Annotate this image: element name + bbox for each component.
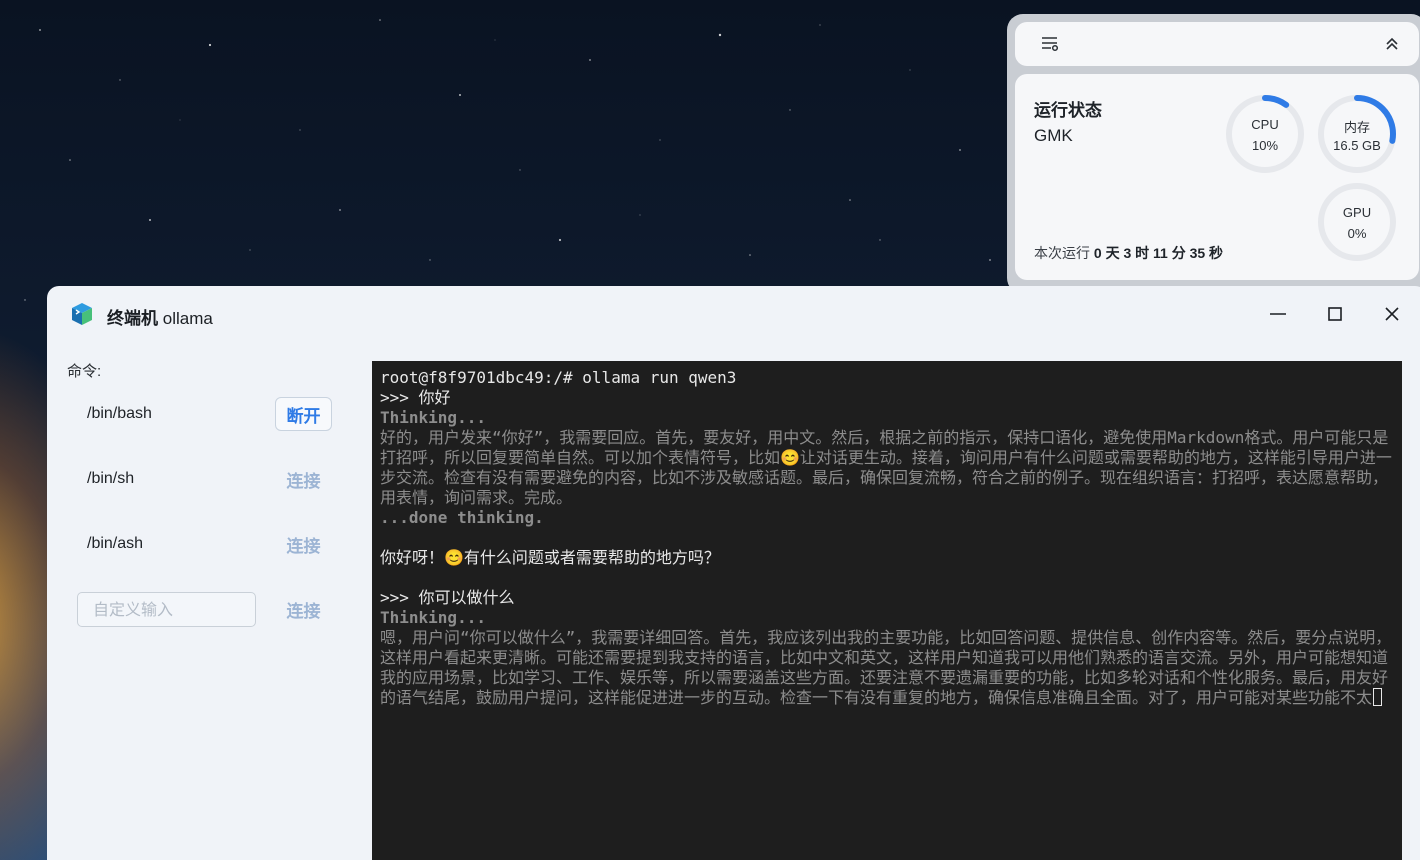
terminal-cursor	[1373, 688, 1383, 706]
terminal-line: root@f8f9701dbc49:/# ollama run qwen3	[380, 368, 1394, 388]
status-widget: 运行状态 GMK CPU 10% 内存 16.5 GB GPU 0% 本次运行 …	[1007, 14, 1420, 294]
terminal-window: 终端机 ollama 命令: /bin/bash 断开 /bin/sh 连接 /…	[47, 286, 1420, 860]
terminal-line-text: 你好呀！😊有什么问题或者需要帮助的地方吗？	[380, 548, 720, 567]
host-name: GMK	[1034, 126, 1073, 145]
memory-gauge: 内存 16.5 GB	[1317, 94, 1397, 174]
maximize-icon	[1328, 307, 1342, 321]
terminal-line: >>> 你可以做什么	[380, 588, 1394, 608]
terminal-line-text: >>> 你好	[380, 388, 451, 407]
terminal-line-text: 嗯，用户问“你可以做什么”，我需要详细回答。首先，我应该列出我的主要功能，比如回…	[380, 628, 1392, 707]
command-sidebar: 命令: /bin/bash 断开 /bin/sh 连接 /bin/ash 连接 …	[47, 342, 372, 860]
close-button[interactable]	[1378, 302, 1406, 326]
minimize-button[interactable]	[1264, 302, 1292, 326]
custom-connect-button[interactable]: 连接	[275, 592, 332, 626]
command-item-bash: /bin/bash 断开	[47, 395, 372, 435]
command-item-sh: /bin/sh 连接	[47, 460, 372, 500]
status-card: 运行状态 GMK CPU 10% 内存 16.5 GB GPU 0% 本次运行 …	[1015, 74, 1419, 280]
terminal-line-text: Thinking...	[380, 408, 486, 427]
uptime: 本次运行 0 天 3 时 11 分 35 秒	[1034, 243, 1223, 263]
terminal-line: >>> 你好	[380, 388, 1394, 408]
terminal-line-text: ...done thinking.	[380, 508, 544, 527]
terminal-line: 嗯，用户问“你可以做什么”，我需要详细回答。首先，我应该列出我的主要功能，比如回…	[380, 628, 1394, 708]
command-item-ash: /bin/ash 连接	[47, 525, 372, 565]
gpu-gauge: GPU 0%	[1317, 182, 1397, 262]
terminal-line-text: Thinking...	[380, 608, 486, 627]
terminal-line: 你好呀！😊有什么问题或者需要帮助的地方吗？	[380, 548, 1394, 568]
custom-command-input[interactable]	[77, 592, 256, 627]
window-title-app: ollama	[162, 309, 213, 328]
terminal-line-text: >>> 你可以做什么	[380, 588, 515, 607]
terminal-output[interactable]: root@f8f9701dbc49:/# ollama run qwen3 >>>…	[372, 361, 1402, 860]
minimize-icon	[1270, 313, 1286, 315]
cpu-label: CPU	[1251, 117, 1279, 132]
window-title: 终端机 ollama	[107, 304, 213, 329]
terminal-app-icon	[69, 301, 95, 327]
widget-toolbar	[1015, 22, 1419, 66]
cpu-value: 10%	[1251, 138, 1279, 153]
uptime-value: 0 天 3 时 11 分 35 秒	[1093, 245, 1224, 261]
terminal-line: 好的，用户发来“你好”，我需要回应。首先，要友好，用中文。然后，根据之前的指示，…	[380, 428, 1394, 508]
memory-value: 16.5 GB	[1333, 138, 1381, 153]
terminal-line: Thinking...	[380, 408, 1394, 428]
window-title-prefix: 终端机	[107, 309, 158, 328]
close-icon	[1385, 307, 1399, 321]
widget-settings-icon[interactable]	[1041, 36, 1059, 52]
gpu-value: 0%	[1347, 226, 1367, 241]
command-path: /bin/sh	[87, 470, 135, 487]
title-bar[interactable]: 终端机 ollama	[47, 286, 1420, 342]
cpu-gauge: CPU 10%	[1225, 94, 1305, 174]
uptime-label: 本次运行	[1034, 245, 1090, 261]
command-path: /bin/ash	[87, 535, 144, 552]
commands-label: 命令:	[67, 363, 102, 380]
maximize-button[interactable]	[1321, 302, 1349, 326]
terminal-line: ...done thinking.	[380, 508, 1394, 528]
disconnect-button[interactable]: 断开	[275, 397, 332, 431]
status-title: 运行状态	[1034, 101, 1102, 120]
gpu-label: GPU	[1342, 205, 1372, 220]
terminal-line-text: root@f8f9701dbc49:/# ollama run qwen3	[380, 368, 737, 387]
connect-button[interactable]: 连接	[275, 462, 332, 496]
connect-button[interactable]: 连接	[275, 527, 332, 561]
terminal-line-text: 好的，用户发来“你好”，我需要回应。首先，要友好，用中文。然后，根据之前的指示，…	[380, 428, 1392, 507]
command-path: /bin/bash	[87, 405, 152, 422]
memory-label: 内存	[1343, 120, 1370, 135]
collapse-up-icon[interactable]	[1385, 37, 1399, 51]
terminal-line: Thinking...	[380, 608, 1394, 628]
custom-command-row: 连接	[47, 592, 372, 632]
